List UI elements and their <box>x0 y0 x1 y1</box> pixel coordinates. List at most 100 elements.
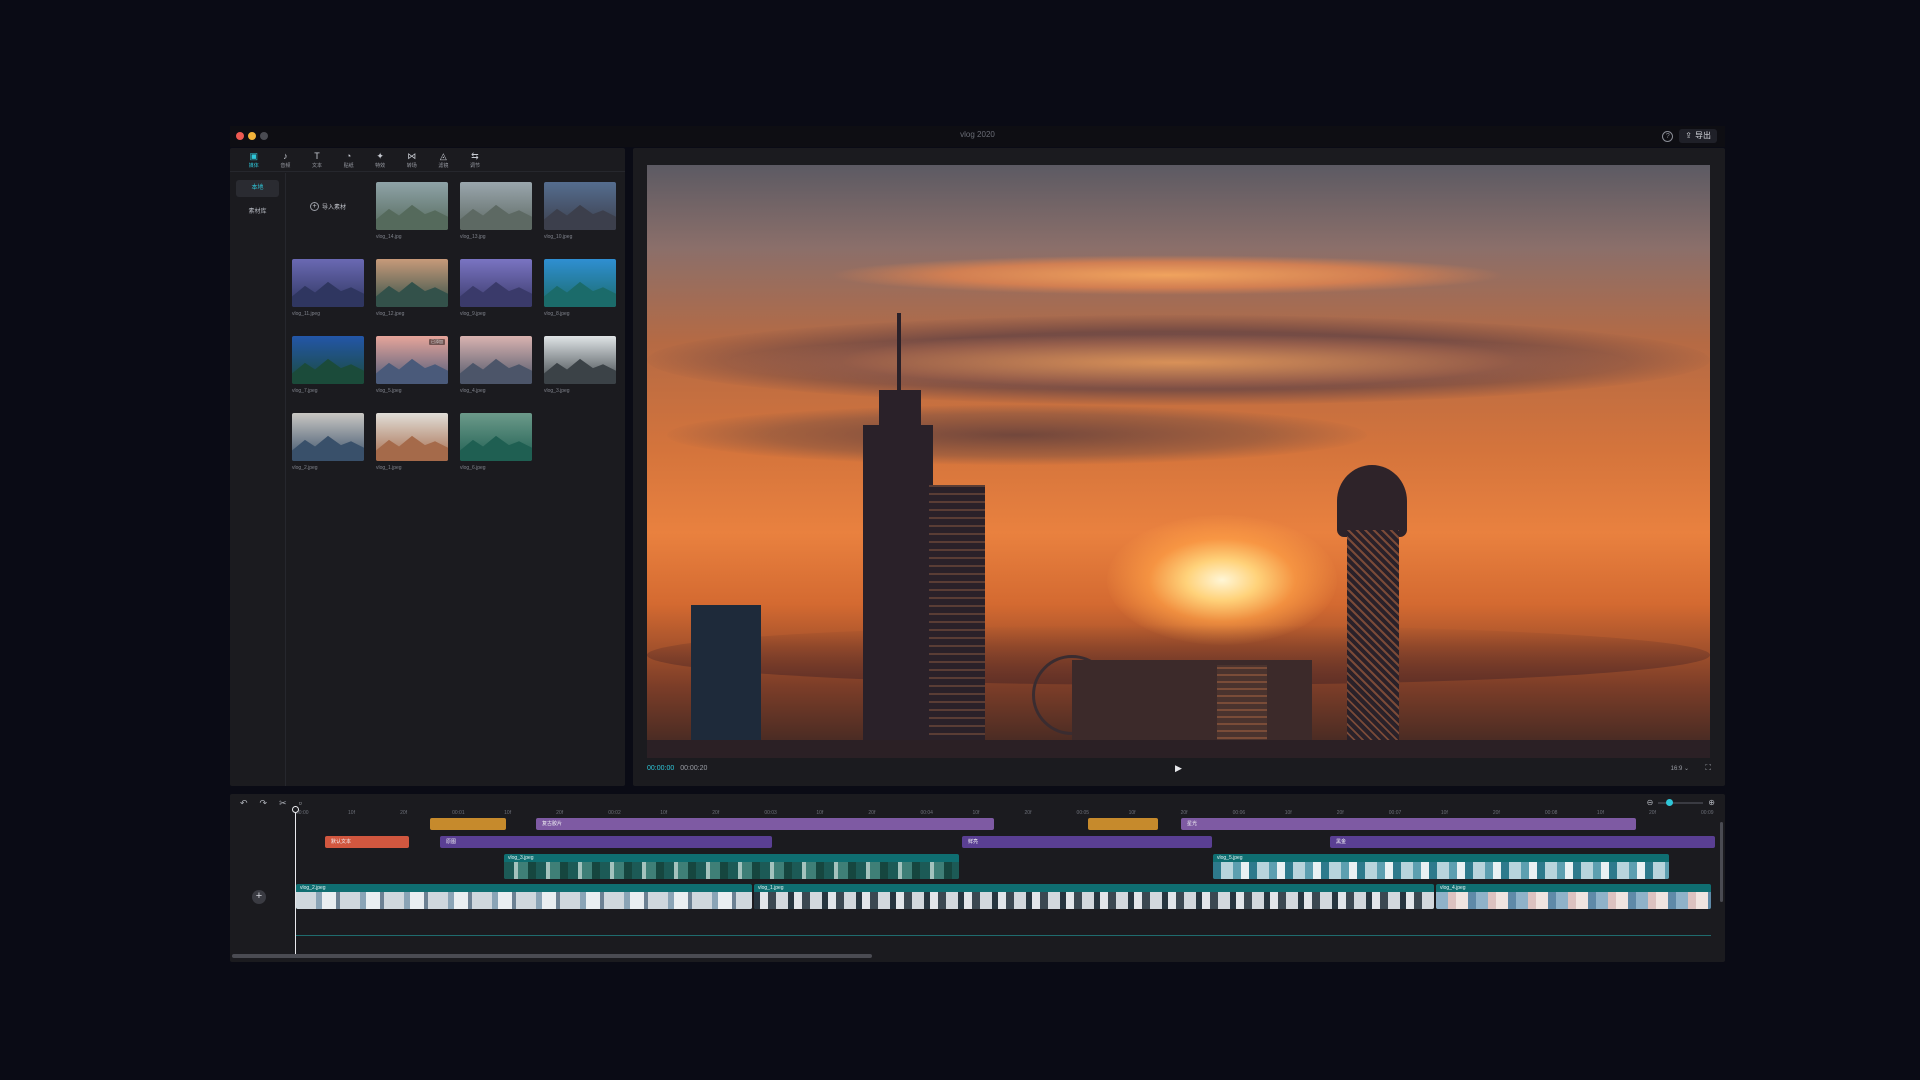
overlay-video-clip[interactable]: vlog_5.jpeg <box>1213 854 1669 879</box>
ruler-tick-label: 00:01 <box>452 810 465 816</box>
ruler-tick-label: 10f <box>660 810 668 816</box>
ruler-tick-label: 20f <box>556 810 564 816</box>
media-thumbnail <box>544 259 616 307</box>
tab-media[interactable]: ▣ 媒体 <box>238 148 270 172</box>
playhead-handle[interactable] <box>292 806 299 813</box>
media-filename: vlog_2.jpeg <box>292 465 318 471</box>
effect-clip-label: 星光 <box>1187 821 1198 827</box>
ruler-tick-label: 00:02 <box>608 810 621 816</box>
tab-audio[interactable]: ♪ 音频 <box>270 148 302 172</box>
zoom-out-icon[interactable]: ⊖ <box>1647 798 1654 807</box>
filter-clip[interactable]: 鲜亮 <box>962 836 1212 848</box>
vertical-scrollbar[interactable] <box>1720 822 1723 902</box>
tab-adjust-label: 调节 <box>469 163 480 169</box>
media-item[interactable]: vlog_11.jpeg <box>292 259 364 317</box>
cloud-band <box>667 405 1367 465</box>
tab-sticker-label: 贴纸 <box>343 163 354 169</box>
filter-clip[interactable]: 原图 <box>440 836 772 848</box>
ruler-tick-label: 10f <box>1596 810 1604 816</box>
effect-clip-label: 复古胶片 <box>542 821 563 827</box>
media-item[interactable]: vlog_8.jpeg <box>544 259 616 317</box>
import-media-button[interactable]: + 导入素材 <box>292 182 364 230</box>
video-preview[interactable] <box>647 165 1710 758</box>
main-video-clip[interactable]: vlog_2.jpeg <box>296 884 752 909</box>
media-item[interactable]: vlog_14.jpg <box>376 182 448 240</box>
media-thumbnail <box>460 259 532 307</box>
tab-effects[interactable]: ✦ 特效 <box>364 148 396 172</box>
effect-clip[interactable] <box>1088 818 1158 830</box>
media-item[interactable]: vlog_13.jpg <box>460 182 532 240</box>
redo-icon[interactable]: ↷ <box>260 798 268 809</box>
export-button[interactable]: ⇪ 导出 <box>1679 129 1717 143</box>
plus-icon: + <box>309 201 319 211</box>
effect-clip[interactable] <box>430 818 506 830</box>
tab-text[interactable]: T 文本 <box>301 148 333 172</box>
video-editor-window: vlog 2020 ? ⇪ 导出 ▣ 媒体 ♪ 音频 T 文本 ◔ 贴纸 ✦ 特效 ⋈ 转场… <box>230 126 1725 962</box>
play-icon[interactable]: ▶ <box>1175 763 1182 774</box>
zoom-in-icon[interactable]: ⊕ <box>1708 798 1715 807</box>
ruler-tick-label: 10f <box>504 810 512 816</box>
tab-filter[interactable]: ◬ 滤镜 <box>428 148 460 172</box>
sidebar-item-local[interactable]: 本地 <box>236 180 279 197</box>
text-clip-label: 默认文本 <box>331 839 352 845</box>
sidebar-item-library[interactable]: 素材库 <box>236 204 279 221</box>
media-item[interactable]: vlog_1.jpeg <box>376 413 448 471</box>
tab-sticker[interactable]: ◔ 贴纸 <box>333 148 365 172</box>
playhead-line[interactable] <box>295 806 296 956</box>
tab-transition[interactable]: ⋈ 转场 <box>396 148 428 172</box>
import-label: 导入素材 <box>321 204 346 211</box>
ruler-tick-label: 00:08 <box>1544 810 1558 816</box>
effects-icon: ✦ <box>376 151 384 161</box>
media-filename: vlog_13.jpg <box>460 234 486 240</box>
undo-icon[interactable]: ↶ <box>240 798 248 809</box>
zoom-slider[interactable] <box>1658 798 1704 806</box>
media-filename: vlog_11.jpeg <box>292 311 320 317</box>
filter-clip[interactable]: 黑金 <box>1330 836 1715 848</box>
media-filename: vlog_14.jpg <box>376 234 402 240</box>
tab-transition-label: 转场 <box>406 163 417 169</box>
main-video-clip[interactable]: vlog_1.jpeg <box>754 884 1434 909</box>
media-item[interactable]: vlog_7.jpeg <box>292 336 364 394</box>
ruler-tick-label: 20f <box>1492 810 1500 816</box>
time-ruler[interactable]: 00:00 10f 20f 00:01 10f 20f 00:02 10f 20f 00:03 10… <box>288 810 1714 818</box>
delete-icon[interactable]: ▫ <box>299 798 302 809</box>
media-item[interactable]: vlog_4.jpeg <box>460 336 532 394</box>
media-item[interactable]: vlog_9.jpeg <box>460 259 532 317</box>
clip-filmstrip <box>754 892 1434 909</box>
ruler-tick-label: 20f <box>1336 810 1344 816</box>
thumbnail-landscape <box>544 358 616 384</box>
audio-icon: ♪ <box>283 151 288 161</box>
media-filename: vlog_5.jpeg <box>376 388 402 394</box>
ruler-tick-label: 00:07 <box>1388 810 1402 816</box>
zoom-slider-knob[interactable] <box>1666 798 1674 806</box>
tower-spire <box>897 313 901 393</box>
round-tower-body <box>1347 530 1399 758</box>
help-icon[interactable]: ? <box>1662 130 1674 142</box>
transition-icon: ⋈ <box>407 151 417 161</box>
media-item[interactable]: vlog_3.jpeg <box>544 336 616 394</box>
media-item[interactable]: vlog_12.jpeg <box>376 259 448 317</box>
text-clip[interactable]: 默认文本 <box>325 836 409 848</box>
thumbnail-landscape <box>460 435 532 461</box>
horizontal-scrollbar[interactable] <box>232 954 872 958</box>
media-item[interactable]: 已添加 vlog_5.jpeg <box>376 336 448 394</box>
media-item[interactable]: vlog_10.jpeg <box>544 182 616 240</box>
thumbnail-landscape <box>376 358 448 384</box>
tower-main-body <box>863 425 933 758</box>
thumbnail-landscape <box>376 204 448 230</box>
split-icon[interactable]: ✂ <box>279 798 287 809</box>
media-item[interactable]: vlog_6.jpeg <box>460 413 532 471</box>
media-item[interactable]: vlog_2.jpeg <box>292 413 364 471</box>
aspect-ratio-select[interactable]: 16:9 ⌄ <box>1671 765 1689 772</box>
cloud-band <box>827 255 1507 295</box>
effect-clip[interactable]: 星光 <box>1181 818 1636 830</box>
add-track-button[interactable]: + <box>252 890 266 904</box>
audio-track[interactable] <box>296 935 1711 936</box>
main-video-clip[interactable]: vlog_4.jpeg <box>1436 884 1711 909</box>
asset-toolbar: ▣ 媒体 ♪ 音频 T 文本 ◔ 贴纸 ✦ 特效 ⋈ 转场 ◬ 滤镜 ⇆ 调节 <box>230 148 625 172</box>
tab-adjust[interactable]: ⇆ 调节 <box>459 148 491 172</box>
overlay-video-clip[interactable]: vlog_3.jpeg <box>504 854 959 879</box>
aspect-ratio-value: 16:9 <box>1670 766 1683 772</box>
effect-clip[interactable]: 复古胶片 <box>536 818 994 830</box>
fullscreen-icon[interactable]: ⛶ <box>1705 763 1711 773</box>
